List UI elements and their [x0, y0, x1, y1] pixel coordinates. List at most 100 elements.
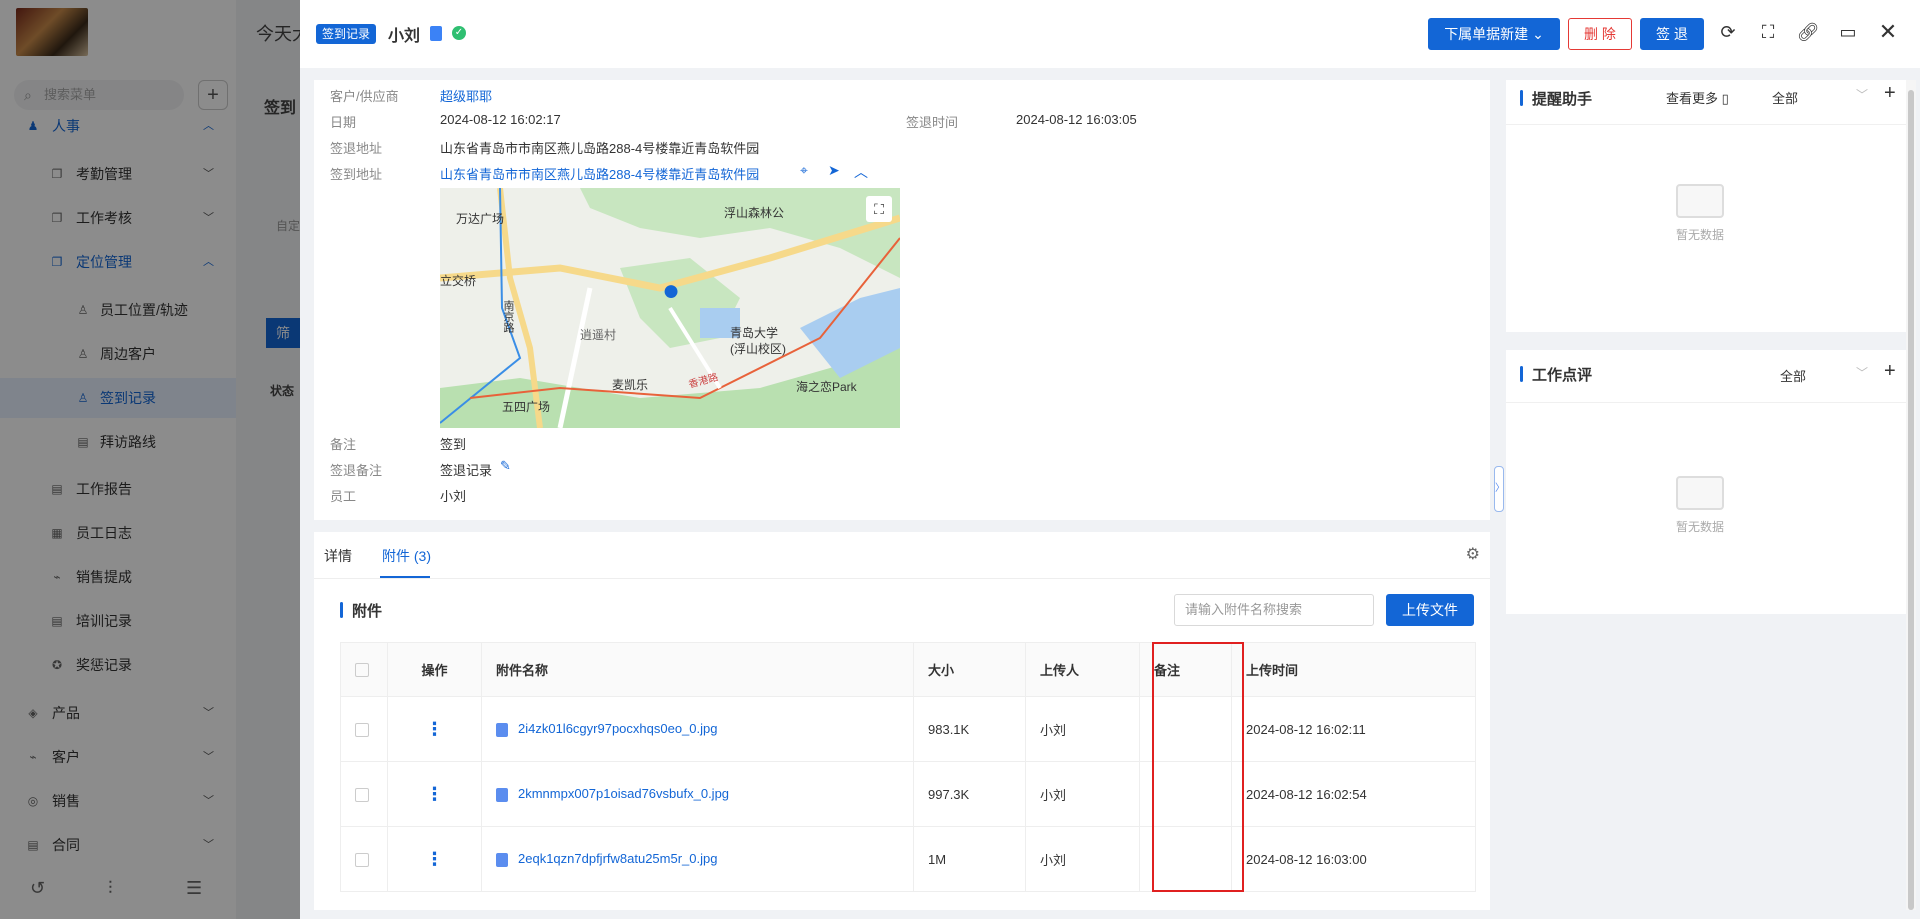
remark-value: 签到	[440, 437, 467, 452]
fullscreen-icon[interactable]: ⛶	[1756, 20, 1780, 44]
attachments-table: 操作 附件名称 大小 上传人 备注 上传时间 ⋮ 2i4zk01l6cgyr97…	[340, 642, 1476, 892]
settings-gear-icon[interactable]: ⚙	[1466, 544, 1480, 564]
empty-text: 暂无数据	[1675, 228, 1724, 242]
modal-overlay[interactable]	[0, 0, 300, 919]
detail-card: 客户/供应商 超级耶耶 日期 2024-08-12 16:02:17 签退时间 …	[314, 80, 1490, 520]
row-checkbox[interactable]	[355, 852, 369, 867]
more-actions-icon[interactable]: ⋮	[426, 784, 444, 804]
add-icon[interactable]: +	[1884, 360, 1896, 383]
add-icon[interactable]: +	[1884, 82, 1896, 105]
attachment-size: 997.3K	[913, 761, 1026, 827]
image-file-icon	[496, 787, 508, 802]
view-more-link[interactable]: 查看更多 ▯	[1666, 88, 1729, 107]
divider	[1506, 402, 1906, 403]
attachment-name-link[interactable]: 2eqk1qzn7dpfjrfw8atu25m5r_0.jpg	[518, 851, 717, 866]
record-type-tag: 签到记录	[316, 24, 377, 44]
upload-file-button[interactable]: 上传文件	[1386, 594, 1474, 626]
document-icon	[430, 26, 442, 41]
navigate-icon[interactable]: ➤	[828, 162, 840, 179]
attachments-card: 详情 附件 (3) ⚙ 附件 请输入附件名称搜索 上传文件 操作 附件名称 大小…	[314, 532, 1490, 910]
signout-time-label: 签退时间	[906, 115, 959, 130]
drawer-scrollbar[interactable]	[1906, 80, 1916, 910]
review-filter-select[interactable]: 全部	[1780, 366, 1806, 385]
image-file-icon	[496, 722, 508, 737]
table-header-row: 操作 附件名称 大小 上传人 备注 上传时间	[340, 642, 1476, 697]
record-drawer: 签到记录 小刘 ✓ 下属单据新建 ⌄ 删 除 签 退 ⟳ ⛶ 🔗︎ ▭ ✕ 客户…	[300, 0, 1920, 919]
location-pin-icon[interactable]: ⌖	[800, 162, 808, 179]
chevron-down-icon: ⌄	[1532, 26, 1544, 42]
laptop-icon[interactable]: ▭	[1836, 20, 1860, 44]
chevron-down-icon[interactable]: ﹀	[1856, 364, 1868, 381]
attachment-upload-time: 2024-08-12 16:02:54	[1231, 761, 1476, 827]
more-actions-icon[interactable]: ⋮	[426, 719, 444, 739]
tab-attachments[interactable]: 附件 (3)	[382, 546, 431, 566]
attachment-uploader: 小刘	[1025, 696, 1140, 762]
col-size: 大小	[913, 642, 1026, 697]
col-name: 附件名称	[481, 642, 914, 697]
refresh-icon[interactable]: ⟳	[1716, 20, 1740, 44]
tab-divider	[314, 578, 1490, 579]
select-all-checkbox[interactable]	[355, 663, 369, 678]
employee-value: 小刘	[440, 489, 467, 504]
signout-address-value: 山东省青岛市市南区燕儿岛路288-4号楼靠近青岛软件园	[440, 141, 760, 156]
edit-icon[interactable]: ✎	[500, 458, 511, 474]
signin-address-label: 签到地址	[330, 167, 383, 182]
attachment-size: 1M	[913, 826, 1026, 892]
delete-button[interactable]: 删 除	[1568, 18, 1632, 50]
attachment-upload-time: 2024-08-12 16:03:00	[1231, 826, 1476, 892]
attachment-uploader: 小刘	[1025, 826, 1140, 892]
new-sub-document-label: 下属单据新建	[1444, 26, 1529, 42]
signout-time-value: 2024-08-12 16:03:05	[1016, 112, 1137, 127]
empty-state: 暂无数据	[1670, 476, 1730, 535]
map-fullscreen-icon[interactable]: ⛶	[866, 196, 892, 222]
attachment-search-input[interactable]: 请输入附件名称搜索	[1174, 594, 1374, 626]
empty-box-icon	[1676, 184, 1724, 218]
attachment-size: 983.1K	[913, 696, 1026, 762]
poi-label: 立交桥	[440, 274, 477, 288]
table-row: ⋮ 2kmnmpx007p1oisad76vsbufx_0.jpg 997.3K…	[340, 761, 1476, 827]
scrollbar-thumb[interactable]	[1908, 90, 1914, 910]
signin-address-link[interactable]: 山东省青岛市市南区燕儿岛路288-4号楼靠近青岛软件园	[440, 164, 759, 183]
image-file-icon	[496, 852, 508, 867]
date-value: 2024-08-12 16:02:17	[440, 112, 561, 127]
col-upload-time: 上传时间	[1231, 642, 1476, 697]
review-title: 工作点评	[1520, 364, 1592, 385]
attachment-name-link[interactable]: 2kmnmpx007p1oisad76vsbufx_0.jpg	[518, 786, 729, 801]
chevron-up-icon[interactable]: ︿	[854, 162, 868, 182]
sign-out-button[interactable]: 签 退	[1640, 18, 1704, 50]
customer-label: 客户/供应商	[330, 89, 399, 104]
check-circle-icon: ✓	[452, 26, 466, 40]
reminder-assistant-card: 提醒助手 查看更多 ▯ 全部 ﹀ + 暂无数据	[1506, 80, 1906, 332]
link-icon[interactable]: 🔗︎	[1796, 20, 1820, 44]
tab-details[interactable]: 详情	[324, 546, 352, 566]
reminder-filter-select[interactable]: 全部	[1772, 88, 1798, 107]
location-map[interactable]: 万达广场 浮山森林公 立交桥 南京路 逍遥村 青岛大学 (浮山校区) 麦凯乐 五…	[440, 188, 900, 428]
new-sub-document-button[interactable]: 下属单据新建 ⌄	[1428, 18, 1560, 50]
poi-label: 南京路	[502, 300, 514, 333]
close-icon[interactable]: ✕	[1876, 20, 1900, 44]
poi-label: 万达广场	[456, 212, 505, 226]
work-review-card: 工作点评 全部 ﹀ + 暂无数据	[1506, 350, 1906, 614]
divider	[1506, 124, 1906, 125]
remark-column-highlight	[1152, 642, 1244, 892]
row-checkbox[interactable]	[355, 722, 369, 737]
empty-state: 暂无数据	[1670, 184, 1730, 243]
chevron-down-icon[interactable]: ﹀	[1856, 86, 1868, 103]
view-more-label: 查看更多	[1666, 91, 1719, 106]
col-uploader: 上传人	[1025, 642, 1140, 697]
signout-remark-value: 签退记录	[440, 463, 493, 478]
more-actions-icon[interactable]: ⋮	[426, 849, 444, 869]
poi-label: 海之恋Park	[796, 380, 857, 394]
attachment-upload-time: 2024-08-12 16:02:11	[1231, 696, 1476, 762]
map-marker-icon: ●	[662, 274, 681, 307]
customer-link[interactable]: 超级耶耶	[440, 86, 492, 105]
poi-label: 逍遥村	[580, 328, 617, 342]
signout-address-label: 签退地址	[330, 141, 383, 156]
drawer-title: 小刘	[388, 28, 421, 45]
attachment-name-link[interactable]: 2i4zk01l6cgyr97pocxhqs0eo_0.jpg	[518, 721, 717, 736]
poi-label: 浮山森林公	[724, 206, 785, 220]
employee-label: 员工	[330, 489, 357, 504]
collapse-panel-handle[interactable]: 〉	[1494, 466, 1505, 512]
row-checkbox[interactable]	[355, 787, 369, 802]
poi-label: (浮山校区)	[730, 342, 786, 356]
